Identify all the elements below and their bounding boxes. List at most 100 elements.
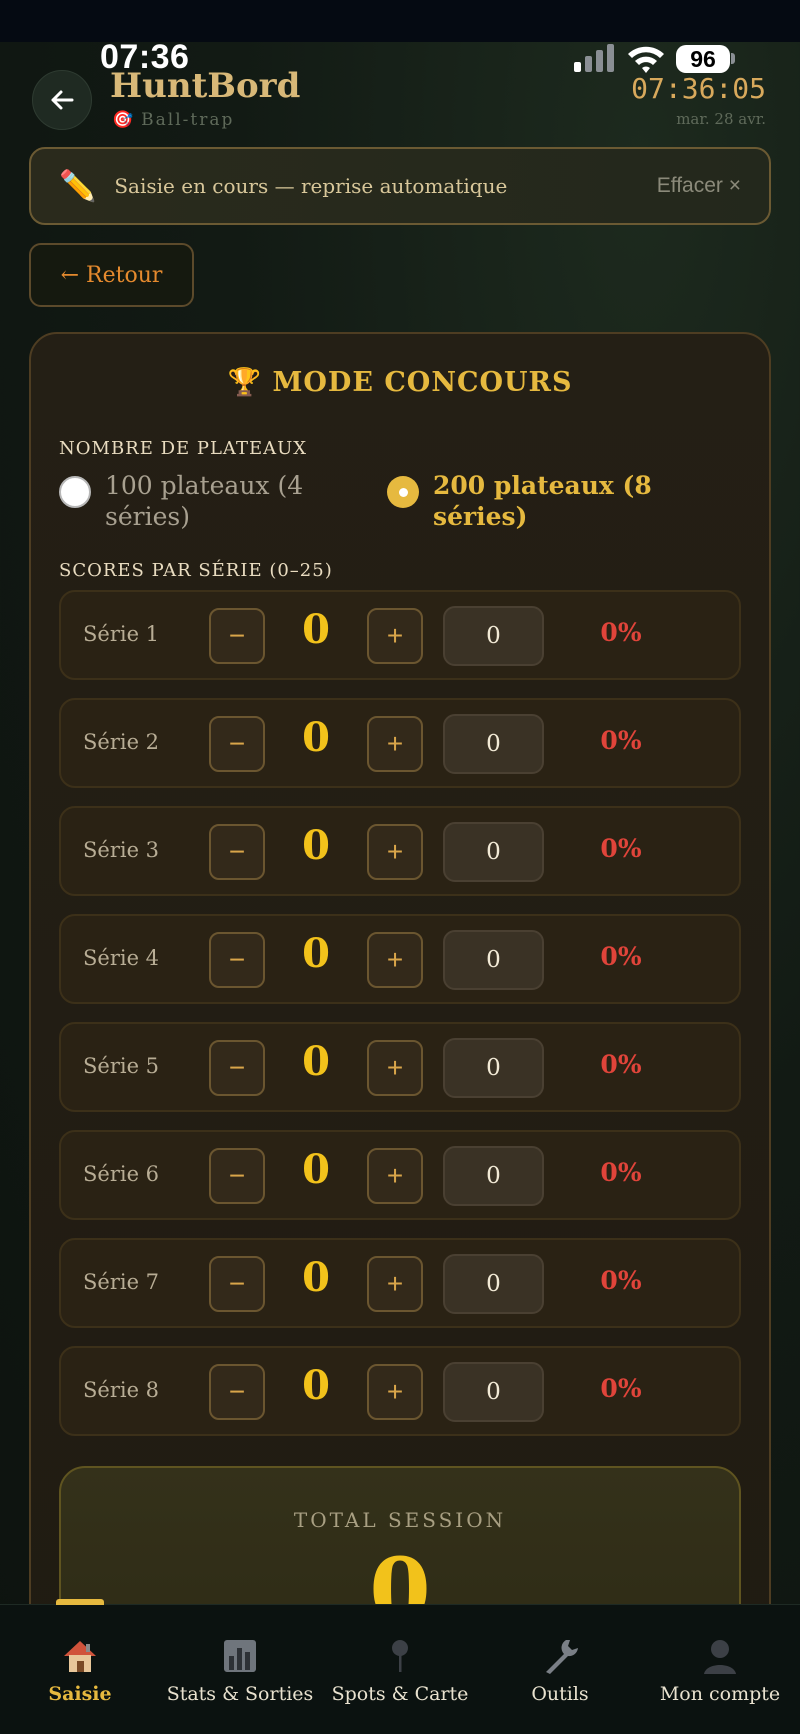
serie-score: 0 <box>302 1362 330 1409</box>
increment-button[interactable]: + <box>367 1364 423 1420</box>
serie-row: Série 1−0 +0 0% <box>59 590 741 680</box>
nav-item-compte[interactable]: Mon compte <box>640 1633 800 1705</box>
nav-item-saisie[interactable]: Saisie <box>0 1633 160 1705</box>
decrement-button[interactable]: − <box>209 608 265 664</box>
increment-button[interactable]: + <box>367 716 423 772</box>
decrement-button[interactable]: − <box>209 824 265 880</box>
increment-button[interactable]: + <box>367 608 423 664</box>
serie-row: Série 6−0 +0 0% <box>59 1130 741 1220</box>
scores-label: SCORES PAR SÉRIE (0–25) <box>59 560 333 581</box>
serie-score: 0 <box>302 1038 330 1085</box>
decrement-button[interactable]: − <box>209 1040 265 1096</box>
pin-icon <box>320 1633 480 1679</box>
user-icon <box>640 1633 800 1679</box>
serie-score: 0 <box>302 930 330 977</box>
nav-item-spots[interactable]: Spots & Carte <box>320 1633 480 1705</box>
wifi-icon <box>628 46 664 73</box>
serie-score-input[interactable]: 0 <box>443 1038 544 1098</box>
serie-row: Série 3−0 +0 0% <box>59 806 741 896</box>
serie-label: Série 2 <box>83 730 160 754</box>
arrow-left-icon <box>51 90 74 110</box>
battery-indicator: 96 <box>676 45 730 73</box>
wrench-icon <box>480 1633 640 1679</box>
radio-on-icon <box>387 476 419 508</box>
nav-label: Outils <box>531 1683 589 1705</box>
total-label: TOTAL SESSION <box>293 1508 507 1532</box>
increment-button[interactable]: + <box>367 932 423 988</box>
radio-label: 200 plateaux (8 séries) <box>433 471 652 531</box>
radio-100-plateaux[interactable]: 100 plateaux (4 séries) <box>59 470 325 532</box>
radio-200-plateaux[interactable]: 200 plateaux (8 séries) <box>387 470 653 532</box>
serie-percent: 0% <box>600 1158 642 1187</box>
decrement-button[interactable]: − <box>209 1148 265 1204</box>
serie-percent: 0% <box>600 942 642 971</box>
serie-percent: 0% <box>600 1374 642 1403</box>
battery-nub <box>731 53 735 64</box>
serie-percent: 0% <box>600 1266 642 1295</box>
serie-row: Série 4−0 +0 0% <box>59 914 741 1004</box>
subtitle-text: Ball-trap <box>141 110 235 130</box>
draft-banner: ✏️ Saisie en cours — reprise automatique… <box>29 147 771 225</box>
retour-button[interactable]: ← Retour <box>29 243 194 307</box>
trophy-icon: 🏆 <box>227 367 263 398</box>
serie-score-input[interactable]: 0 <box>443 606 544 666</box>
serie-label: Série 8 <box>83 1378 160 1402</box>
increment-button[interactable]: + <box>367 1148 423 1204</box>
serie-label: Série 6 <box>83 1162 160 1186</box>
serie-label: Série 5 <box>83 1054 160 1078</box>
app-subtitle: 🎯 Ball-trap <box>112 110 234 130</box>
serie-score-input[interactable]: 0 <box>443 714 544 774</box>
radio-label: 100 plateaux (4 séries) <box>105 471 304 531</box>
clear-draft-button[interactable]: Effacer × <box>657 174 741 198</box>
nav-item-outils[interactable]: Outils <box>480 1633 640 1705</box>
serie-label: Série 3 <box>83 838 160 862</box>
serie-score: 0 <box>302 822 330 869</box>
increment-button[interactable]: + <box>367 1040 423 1096</box>
serie-percent: 0% <box>600 1050 642 1079</box>
serie-row: Série 8−0 +0 0% <box>59 1346 741 1436</box>
back-button[interactable] <box>32 70 92 130</box>
house-icon <box>0 1633 160 1679</box>
nav-label: Spots & Carte <box>331 1683 469 1705</box>
mode-title-text: MODE CONCOURS <box>272 367 573 398</box>
date-label: mar. 28 avr. <box>676 110 766 128</box>
radio-off-icon <box>59 476 91 508</box>
draft-message: Saisie en cours — reprise automatique <box>114 174 508 198</box>
serie-percent: 0% <box>600 726 642 755</box>
bottom-nav: Saisie Stats & Sorties Spots & Carte Out… <box>0 1599 800 1734</box>
target-icon: 🎯 <box>112 110 136 130</box>
serie-label: Série 4 <box>83 946 160 970</box>
active-tab-indicator <box>56 1599 104 1605</box>
nav-label: Mon compte <box>659 1683 781 1705</box>
serie-score-input[interactable]: 0 <box>443 1254 544 1314</box>
serie-percent: 0% <box>600 834 642 863</box>
serie-score-input[interactable]: 0 <box>443 822 544 882</box>
serie-row: Série 5−0 +0 0% <box>59 1022 741 1112</box>
nav-item-stats[interactable]: Stats & Sorties <box>160 1633 320 1705</box>
serie-row: Série 7−0 +0 0% <box>59 1238 741 1328</box>
serie-percent: 0% <box>600 618 642 647</box>
app-title: HuntBord <box>110 66 301 106</box>
decrement-button[interactable]: − <box>209 716 265 772</box>
plateaux-label: NOMBRE DE PLATEAUX <box>59 438 308 459</box>
chart-icon <box>160 1633 320 1679</box>
serie-row: Série 2−0 +0 0% <box>59 698 741 788</box>
decrement-button[interactable]: − <box>209 932 265 988</box>
serie-score: 0 <box>302 1146 330 1193</box>
pencil-icon: ✏️ <box>59 168 97 204</box>
decrement-button[interactable]: − <box>209 1364 265 1420</box>
nav-label: Stats & Sorties <box>166 1683 314 1705</box>
serie-label: Série 1 <box>83 622 160 646</box>
increment-button[interactable]: + <box>367 824 423 880</box>
serie-score-input[interactable]: 0 <box>443 930 544 990</box>
clock: 07:36:05 <box>631 72 766 105</box>
nav-label: Saisie <box>48 1683 112 1705</box>
concours-card: 🏆 MODE CONCOURS NOMBRE DE PLATEAUX 100 p… <box>29 332 771 1734</box>
decrement-button[interactable]: − <box>209 1256 265 1312</box>
serie-label: Série 7 <box>83 1270 160 1294</box>
serie-score: 0 <box>302 1254 330 1301</box>
mode-title: 🏆 MODE CONCOURS <box>31 366 769 398</box>
serie-score-input[interactable]: 0 <box>443 1146 544 1206</box>
increment-button[interactable]: + <box>367 1256 423 1312</box>
serie-score-input[interactable]: 0 <box>443 1362 544 1422</box>
